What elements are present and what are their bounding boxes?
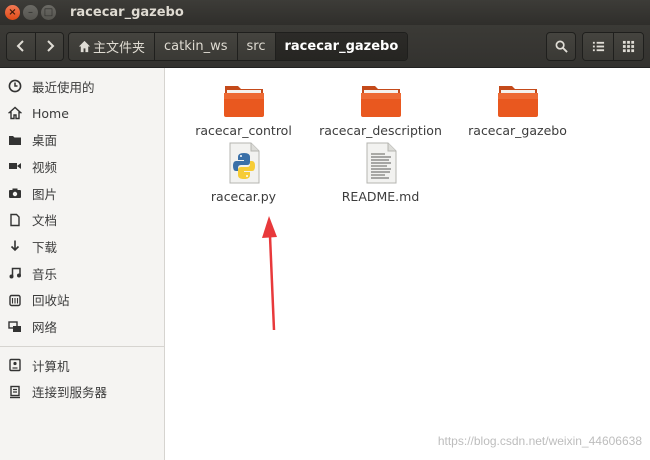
window-titlebar: × – □ racecar_gazebo [0,0,650,25]
search-icon [555,40,568,53]
home-icon [78,40,91,52]
grid-view-icon [622,40,635,53]
sidebar-item-videos[interactable]: 视频 [0,153,164,180]
breadcrumb-label: 主文件夹 [93,40,146,56]
breadcrumb-catkin-ws[interactable]: catkin_ws [154,32,237,60]
sidebar-item-connect-server[interactable]: 连接到服务器 [0,379,164,406]
breadcrumb-label: src [246,38,266,54]
sidebar-item-label: 网络 [32,320,58,336]
home-icon [8,106,22,120]
window-controls: × – □ [5,5,56,20]
file-view: racecar_control racecar_description race… [166,68,650,460]
sidebar-item-network[interactable]: 网络 [0,313,164,340]
document-icon [8,213,22,227]
watermark: https://blog.csdn.net/weixin_44606638 [437,434,642,448]
sidebar-item-label: 文档 [32,213,58,229]
computer-icon [8,358,22,372]
video-icon [8,159,22,173]
sidebar-item-label: 连接到服务器 [32,385,108,401]
maximize-window-button[interactable]: □ [41,5,56,20]
folder-icon [8,133,22,147]
sidebar-item-music[interactable]: 音乐 [0,260,164,287]
sidebar-item-computer[interactable]: 计算机 [0,352,164,379]
breadcrumb-label: catkin_ws [164,38,228,54]
server-icon [8,385,22,399]
sidebar-item-label: Home [32,105,69,121]
sidebar-item-label: 下载 [32,239,58,255]
forward-button[interactable] [35,32,63,60]
sidebar-item-downloads[interactable]: 下载 [0,233,164,260]
breadcrumb: 主文件夹 catkin_ws src racecar_gazebo [68,31,409,61]
clock-icon [8,79,22,93]
sidebar-item-label: 图片 [32,186,58,202]
minimize-window-button[interactable]: – [23,5,38,20]
sidebar-item-label: 桌面 [32,133,58,149]
breadcrumb-racecar-gazebo[interactable]: racecar_gazebo [274,32,408,60]
network-icon [8,320,22,334]
download-icon [8,239,22,253]
breadcrumb-home[interactable]: 主文件夹 [69,32,155,60]
camera-icon [8,186,22,200]
trash-icon [8,293,22,307]
right-tools [546,32,644,61]
sidebar-item-label: 最近使用的 [32,79,95,95]
sidebar-item-pictures[interactable]: 图片 [0,180,164,207]
list-view-icon [592,41,604,52]
places-sidebar: 最近使用的 Home 桌面 视频 图片 文档 下载 音乐 回收站 网络 计算机 [0,68,165,460]
sidebar-item-desktop[interactable]: 桌面 [0,126,164,153]
sidebar-item-label: 音乐 [32,266,58,282]
chevron-left-icon [16,40,24,52]
header-toolbar: 主文件夹 catkin_ws src racecar_gazebo [0,25,650,68]
grid-view-button[interactable] [613,33,643,60]
sidebar-item-label: 视频 [32,159,58,175]
breadcrumb-src[interactable]: src [236,32,275,60]
view-switcher [582,32,644,61]
list-view-button[interactable] [583,33,613,60]
history-nav [6,31,64,61]
sidebar-item-recent[interactable]: 最近使用的 [0,73,164,100]
back-button[interactable] [7,32,35,60]
sidebar-item-documents[interactable]: 文档 [0,206,164,233]
search-button[interactable] [546,32,576,61]
sidebar-item-label: 计算机 [32,358,70,374]
window-title: racecar_gazebo [70,5,184,20]
breadcrumb-label: racecar_gazebo [284,38,399,54]
sidebar-item-trash[interactable]: 回收站 [0,287,164,314]
annotation-arrow [262,216,277,331]
sidebar-item-label: 回收站 [32,293,70,309]
music-icon [8,266,22,280]
sidebar-item-home[interactable]: Home [0,100,164,127]
close-window-button[interactable]: × [5,5,20,20]
sidebar-separator [0,345,164,347]
chevron-right-icon [46,40,54,52]
